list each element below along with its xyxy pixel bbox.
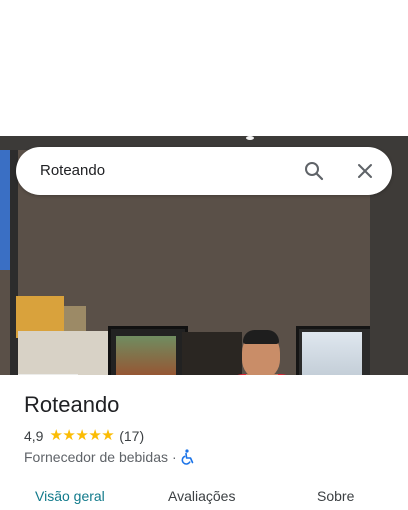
tab-overview[interactable]: Visão geral — [35, 488, 105, 504]
search-bar[interactable]: Roteando — [16, 147, 392, 195]
close-icon[interactable] — [353, 159, 377, 183]
place-category: Fornecedor de bebidas — [24, 449, 168, 465]
search-input[interactable]: Roteando — [40, 162, 105, 179]
reviews-count[interactable]: (17) — [119, 428, 144, 444]
photo-shelf — [18, 331, 108, 375]
wheelchair-accessible-icon — [181, 449, 195, 465]
star-icon: ★ — [88, 427, 102, 444]
star-rating: ★ ★ ★ ★ ★ — [49, 427, 114, 445]
star-icon: ★ — [49, 427, 63, 444]
place-tabs: Visão geral Avaliações Sobre — [0, 478, 408, 510]
photo-cooler — [18, 374, 78, 375]
tab-about[interactable]: Sobre — [317, 488, 354, 504]
category-row: Fornecedor de bebidas · — [24, 448, 195, 466]
rating-row[interactable]: 4,9 ★ ★ ★ ★ ★ (17) — [24, 427, 144, 445]
blank-header-area — [0, 0, 408, 136]
star-icon: ★ — [62, 427, 76, 444]
separator-dot: · — [172, 449, 177, 465]
photo-fridge-right-glass — [302, 332, 362, 375]
tab-reviews[interactable]: Avaliações — [168, 488, 235, 504]
search-icon[interactable] — [302, 159, 326, 183]
place-title: Roteando — [24, 392, 120, 417]
star-icon: ★ — [101, 427, 115, 444]
photo-fridge-left-glass — [116, 336, 176, 375]
photo-person-cap — [243, 330, 279, 344]
photo-left-wall — [10, 150, 18, 375]
photo-doorway — [182, 332, 242, 375]
star-icon: ★ — [75, 427, 89, 444]
photo-left-sign — [0, 150, 10, 270]
photo-ceiling-light — [246, 136, 254, 140]
rating-value: 4,9 — [24, 428, 44, 444]
